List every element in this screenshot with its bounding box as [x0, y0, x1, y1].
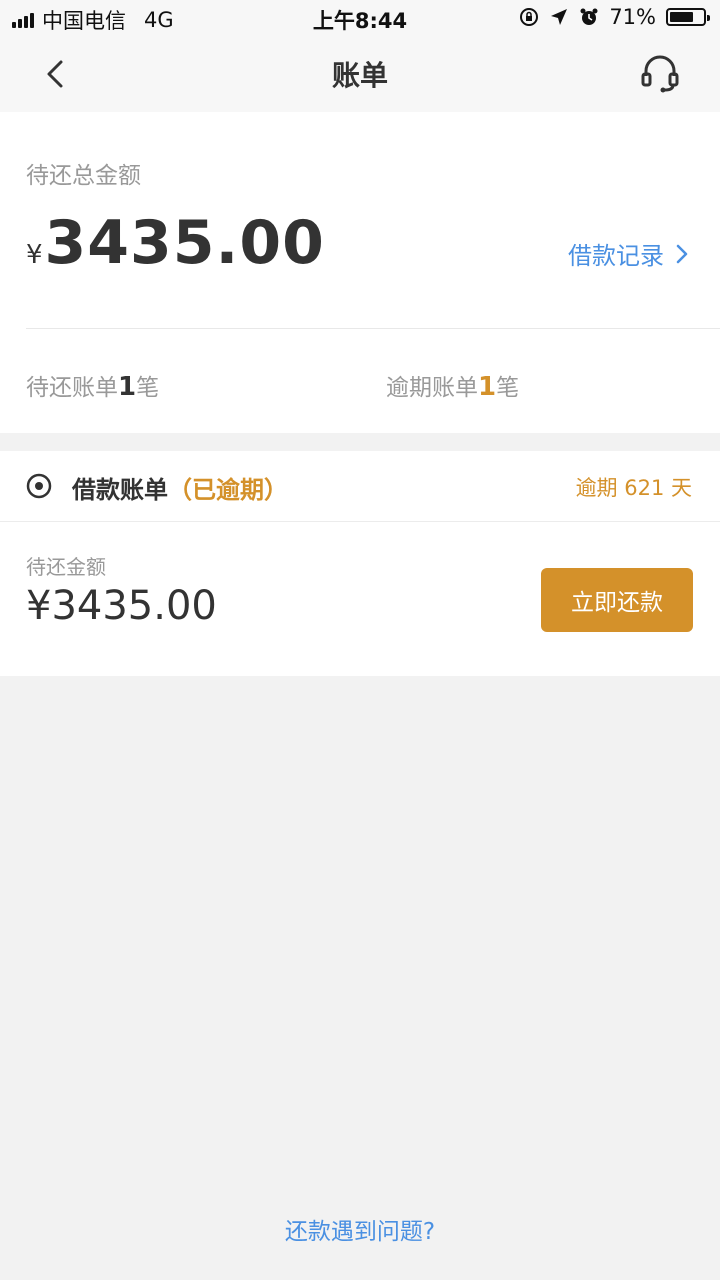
battery-cap: [707, 15, 710, 21]
currency-symbol: ¥: [26, 240, 43, 270]
total-amount-value: 3435.00: [44, 208, 325, 278]
chevron-right-icon: [676, 244, 688, 263]
nav-bar: 账单: [0, 36, 720, 112]
pending-suffix: 笔: [136, 375, 160, 401]
pending-bills-count: 待还账单1笔: [26, 368, 159, 402]
headset-icon: [641, 55, 679, 93]
overdue-bills-count: 逾期账单1笔: [386, 368, 519, 402]
customer-service-button[interactable]: [638, 52, 682, 96]
pending-prefix: 待还账单: [26, 375, 118, 401]
bill-title-text: 借款账单: [72, 476, 168, 504]
summary-card: 待还总金额 ¥ 3435.00 借款记录 待还账单1笔 逾期账单1笔: [0, 112, 720, 433]
bill-header: 借款账单（已逾期） 逾期 621 天: [0, 451, 720, 522]
battery-percent: 71%: [609, 5, 656, 29]
status-bar: 中国电信 4G 上午8:44 71%: [0, 0, 720, 36]
loan-record-label: 借款记录: [568, 242, 664, 270]
status-right: 71%: [519, 5, 710, 29]
overdue-days: 逾期 621 天: [575, 476, 692, 500]
pending-count: 1: [118, 372, 137, 402]
total-due-amount: ¥ 3435.00: [26, 208, 325, 278]
bill-status-badge: （已逾期）: [168, 476, 288, 504]
bill-amount: ¥3435.00: [26, 583, 217, 629]
overdue-prefix: 逾期账单: [386, 375, 478, 401]
page-title: 账单: [331, 59, 388, 92]
divider: [26, 328, 720, 329]
battery-icon: [666, 8, 710, 26]
bill-amount-label: 待还金额: [26, 555, 106, 579]
loan-record-link[interactable]: 借款记录: [568, 236, 690, 271]
alarm-icon: [580, 8, 598, 25]
location-icon: [551, 9, 568, 25]
battery-fill: [670, 12, 693, 22]
radio-dot-icon: [26, 473, 52, 499]
rotation-lock-icon: [520, 8, 539, 26]
repayment-help-link[interactable]: 还款遇到问题?: [0, 1212, 720, 1246]
repay-now-button[interactable]: 立即还款: [541, 568, 693, 632]
loan-bill-card: 借款账单（已逾期） 逾期 621 天 待还金额 ¥3435.00 立即还款: [0, 451, 720, 676]
total-due-label: 待还总金额: [26, 163, 141, 189]
bill-title: 借款账单（已逾期）: [72, 470, 288, 505]
overdue-count: 1: [478, 372, 497, 402]
overdue-suffix: 笔: [496, 375, 520, 401]
